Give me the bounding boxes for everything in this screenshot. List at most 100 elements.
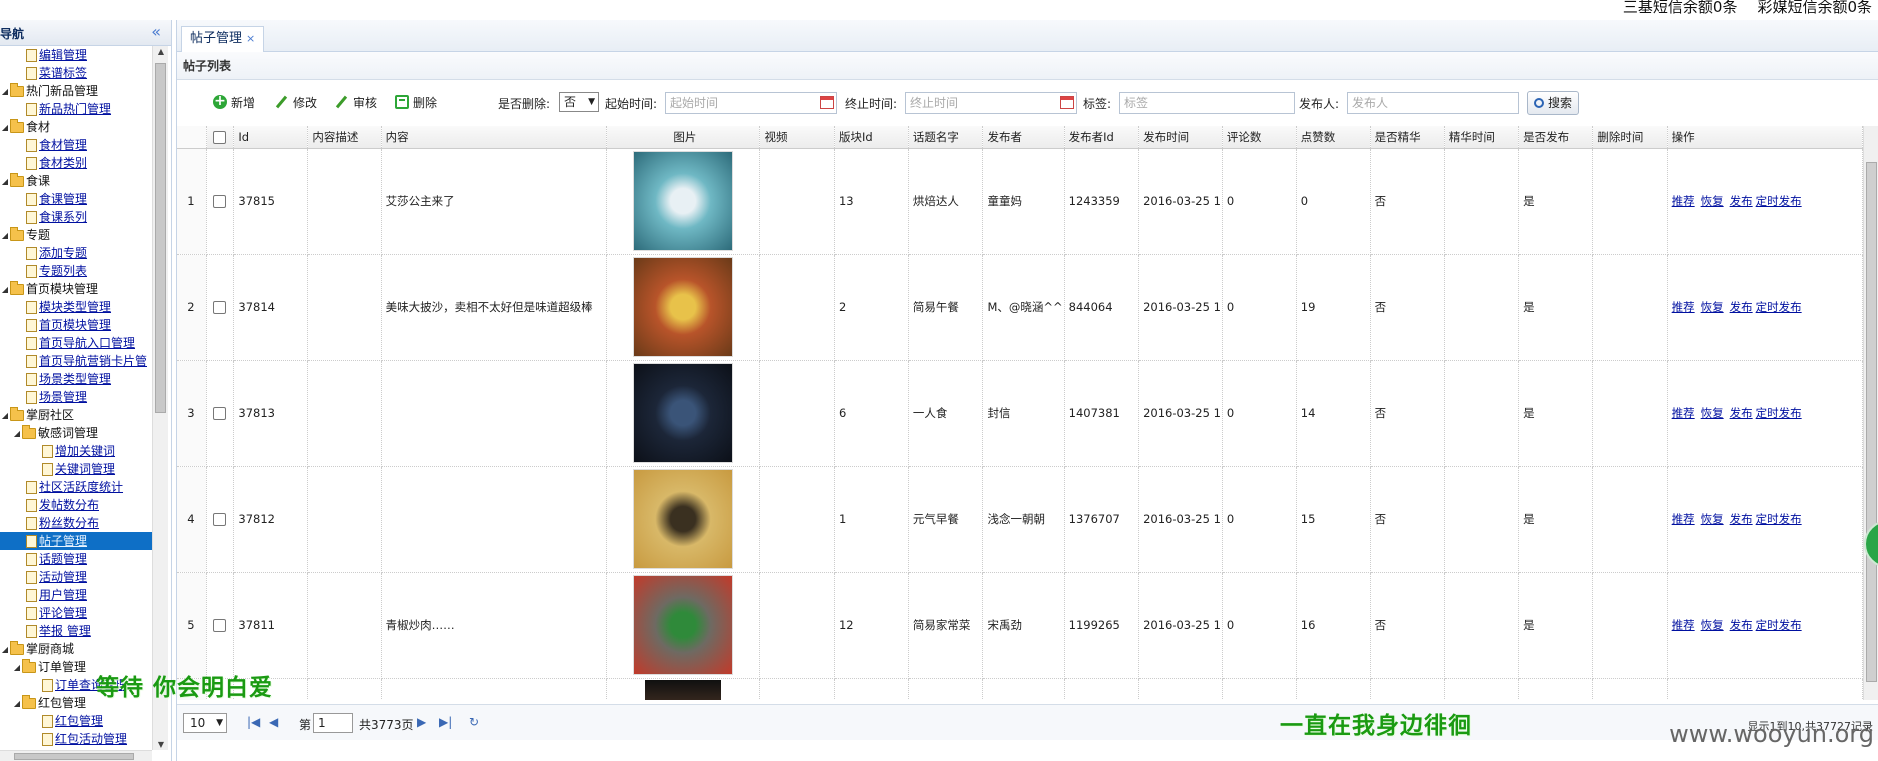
publisher-input[interactable]: 发布人 — [1347, 92, 1519, 114]
scroll-up-icon[interactable]: ▲ — [153, 47, 169, 56]
sidebar-item[interactable]: 发帖数分布 — [0, 496, 152, 514]
tab-post-management[interactable]: 帖子管理 × — [181, 26, 265, 52]
sidebar-item[interactable]: 食材类别 — [0, 154, 152, 172]
sidebar-item-label[interactable]: 食课系列 — [39, 210, 87, 224]
tag-input[interactable]: 标签 — [1119, 92, 1295, 114]
sidebar-item[interactable]: 新品热门管理 — [0, 100, 152, 118]
nav-vertical-scrollbar[interactable]: ▲ ▼ — [152, 46, 168, 750]
expand-icon[interactable]: ◢ — [12, 695, 22, 713]
scroll-thumb[interactable] — [155, 63, 166, 413]
sidebar-item[interactable]: 活动管理 — [0, 568, 152, 586]
sidebar-item[interactable]: 食课管理 — [0, 190, 152, 208]
sidebar-item-label[interactable]: 添加专题 — [39, 246, 87, 260]
row-checkbox[interactable] — [213, 513, 227, 526]
page-size-select[interactable]: 10 ▼ — [183, 713, 227, 733]
end-time-input[interactable]: 终止时间 — [905, 92, 1077, 114]
table-row[interactable]: 1 37815 艾莎公主来了 13 烘焙达人 童童妈 1243359 2016-03-25 1… — [177, 148, 1863, 255]
column-header[interactable]: 图片 — [606, 126, 761, 149]
review-button[interactable]: 审核 — [335, 94, 377, 112]
sidebar-item-label[interactable]: 粉丝数分布 — [39, 516, 99, 530]
sidebar-item-label[interactable]: 首页模块管理 — [39, 318, 111, 332]
sidebar-item-label[interactable]: 举报 管理 — [39, 624, 91, 638]
action-link[interactable]: 恢复 — [1701, 406, 1724, 420]
sidebar-item-label[interactable]: 活动管理 — [39, 570, 87, 584]
sidebar-item[interactable]: 模块类型管理 — [0, 298, 152, 316]
sidebar-item-label[interactable]: 食课管理 — [39, 192, 87, 206]
sidebar-item-label[interactable]: 增加关键词 — [55, 444, 115, 458]
sidebar-item[interactable]: 场景管理 — [0, 388, 152, 406]
expand-icon[interactable]: ◢ — [0, 173, 10, 191]
sidebar-item[interactable]: ◢ 食课 — [0, 172, 152, 190]
table-row[interactable]: 5 37811 青椒炒肉…… 12 简易家常菜 宋禹劲 1199265 2016-03-25 … — [177, 572, 1863, 679]
action-link[interactable]: 推荐 — [1672, 300, 1695, 314]
scroll-down-icon[interactable]: ▼ — [153, 740, 169, 749]
sidebar-item[interactable]: 增加关键词 — [0, 442, 152, 460]
column-header[interactable]: 版块Id — [834, 126, 909, 149]
action-link[interactable]: 发布 — [1730, 300, 1753, 314]
expand-icon[interactable]: ◢ — [0, 281, 10, 299]
nav-horizontal-scrollbar[interactable] — [0, 750, 152, 761]
action-link[interactable]: 推荐 — [1672, 512, 1695, 526]
close-icon[interactable]: × — [246, 32, 255, 45]
action-link[interactable]: 恢复 — [1701, 618, 1724, 632]
sidebar-item[interactable]: 专题列表 — [0, 262, 152, 280]
table-row[interactable]: 4 37812 1 元气早餐 浅念一朝朝 1376707 2016-03-25 1 0 15 否是… — [177, 466, 1863, 573]
sidebar-item[interactable]: 评论管理 — [0, 604, 152, 622]
sidebar-item[interactable]: 首页导航营销卡片管 — [0, 352, 152, 370]
sidebar-item[interactable]: ◢ 掌厨商城 — [0, 640, 152, 658]
sidebar-item[interactable]: 红包活动管理 — [0, 730, 152, 748]
column-header[interactable]: 评论数 — [1222, 126, 1297, 149]
action-link[interactable]: 定时发布 — [1756, 300, 1802, 314]
row-checkbox[interactable] — [213, 195, 227, 208]
refresh-icon[interactable]: ↻ — [469, 715, 479, 729]
action-link[interactable]: 定时发布 — [1756, 194, 1802, 208]
column-header[interactable]: 删除时间 — [1592, 126, 1668, 149]
sidebar-item-label[interactable]: 食材管理 — [39, 138, 87, 152]
action-link[interactable]: 推荐 — [1672, 618, 1695, 632]
sidebar-item[interactable]: ◢ 掌厨社区 — [0, 406, 152, 424]
sidebar-item-label[interactable]: 新品热门管理 — [39, 102, 111, 116]
sidebar-item[interactable]: ◢ 敏感词管理 — [0, 424, 152, 442]
post-image[interactable] — [632, 469, 733, 569]
column-header[interactable]: 话题名字 — [908, 126, 984, 149]
table-row[interactable]: 3 37813 6 一人食 封信 1407381 2016-03-25 1 0 14 否是推荐 恢复… — [177, 360, 1863, 467]
sidebar-item[interactable]: 首页模块管理 — [0, 316, 152, 334]
sidebar-item[interactable]: 帖子管理 — [0, 532, 152, 550]
sidebar-item-label[interactable]: 场景类型管理 — [39, 372, 111, 386]
scroll-thumb[interactable] — [14, 753, 134, 760]
post-image[interactable] — [632, 575, 733, 675]
add-button[interactable]: 新增 — [213, 92, 255, 112]
action-link[interactable]: 发布 — [1730, 406, 1753, 420]
grid-vertical-scrollbar[interactable] — [1863, 126, 1878, 700]
column-header[interactable]: 点赞数 — [1296, 126, 1371, 149]
expand-icon[interactable]: ◢ — [0, 641, 10, 659]
column-header[interactable]: Id — [233, 126, 309, 149]
column-header[interactable]: 精华时间 — [1444, 126, 1520, 149]
column-header[interactable]: 是否精华 — [1370, 126, 1445, 149]
sidebar-item[interactable]: 食材管理 — [0, 136, 152, 154]
sidebar-item-label[interactable]: 编辑管理 — [39, 48, 87, 62]
sidebar-item-label[interactable]: 食材类别 — [39, 156, 87, 170]
first-page-icon[interactable]: |◀ — [247, 715, 260, 729]
row-checkbox[interactable] — [213, 301, 227, 314]
sidebar-item-label[interactable]: 关键词管理 — [55, 462, 115, 476]
edit-button[interactable]: 修改 — [275, 94, 317, 112]
select-all-checkbox[interactable] — [213, 130, 227, 144]
row-checkbox[interactable] — [213, 407, 227, 420]
sidebar-item[interactable]: ◢ 专题 — [0, 226, 152, 244]
table-row[interactable]: 2 37814 美味大披沙，卖相不太好但是味道超级棒 2 简易午餐 M、@晓涵^^ 8440… — [177, 254, 1863, 361]
sidebar-item[interactable]: 添加专题 — [0, 244, 152, 262]
sidebar-item[interactable]: ◢ 首页模块管理 — [0, 280, 152, 298]
is-deleted-select[interactable]: 否 ▼ — [559, 92, 599, 112]
expand-icon[interactable]: ◢ — [12, 659, 22, 677]
sidebar-item-label[interactable]: 发帖数分布 — [39, 498, 99, 512]
calendar-icon[interactable] — [820, 96, 834, 109]
prev-page-icon[interactable]: ◀ — [269, 715, 278, 729]
post-image[interactable] — [644, 679, 721, 700]
sidebar-item-label[interactable]: 社区活跃度统计 — [39, 480, 123, 494]
post-image[interactable] — [632, 151, 733, 251]
start-time-input[interactable]: 起始时间 — [665, 92, 837, 114]
next-page-icon[interactable]: ▶ — [417, 715, 426, 729]
column-header[interactable]: 发布者 — [982, 126, 1065, 149]
column-header[interactable]: 发布者Id — [1064, 126, 1140, 149]
